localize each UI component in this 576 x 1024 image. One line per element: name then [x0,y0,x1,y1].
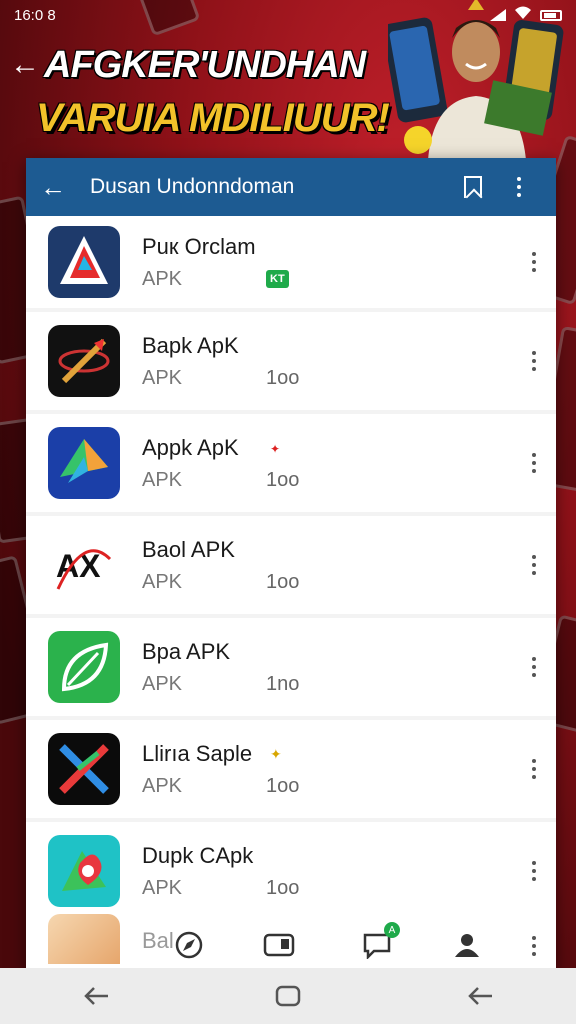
app-name: Baol APK [142,536,235,562]
wallet-icon [263,933,295,957]
app-count: 1oo [266,876,300,899]
signal-icon [490,9,506,21]
list-item[interactable]: Llirıa Saple APK 1oo ✦ [26,720,556,818]
heart-map-logo-icon [48,835,120,907]
item-more-vert-icon[interactable] [532,936,536,956]
item-more-vert-icon[interactable] [532,252,536,272]
app-type: APK [142,774,183,797]
list-item[interactable]: Bpa APK APK 1no [26,618,556,716]
app-name: Bpa APK [142,638,231,664]
app-count: 1no [266,672,300,695]
app-type: APK [142,366,183,389]
list-item[interactable]: Bapk ApK APK 1oo [26,312,556,410]
app-name: Dupk CApk [142,842,254,868]
person-icon [455,934,479,957]
system-recents-button[interactable] [460,976,500,1016]
system-back-button[interactable] [76,976,116,1016]
compass-icon [175,931,203,959]
app-name: Appk ApK [142,434,239,460]
app-name: Llirıa Saple [142,740,253,766]
red-triangle-logo-icon [48,226,120,298]
app-badge: ✦ [270,442,281,456]
item-more-vert-icon[interactable] [532,351,536,371]
app-type: APK [142,570,183,593]
bookmark-button[interactable] [450,176,496,198]
app-type: APK [142,468,183,491]
folded-arrow-logo-icon [48,427,120,499]
library-nav-button[interactable] [262,928,296,962]
battery-icon [540,9,562,21]
back-arrow-icon[interactable]: ← [40,172,90,203]
banner-title-line2: VARUIA MDILIUUR! [36,96,390,140]
back-icon [84,987,108,1005]
app-count: 1oo [266,570,300,593]
app-count: 1oo [266,468,300,491]
app-type: APK [142,672,183,695]
sword-logo-icon [48,325,120,397]
list-item[interactable]: Puк Orclam APK KT [26,216,556,308]
app-list: Puк Orclam APK KT Bapk ApK APK 1oo Appk … [26,216,556,920]
app-name: Puк Orclam [142,233,256,259]
updates-nav-button[interactable]: A [360,922,400,962]
notification-dot-icon: A [384,922,400,938]
list-item[interactable]: AX Baol APK APK 1oo [26,516,556,614]
system-home-button[interactable] [268,976,308,1016]
item-more-vert-icon[interactable] [532,657,536,677]
recents-icon [468,987,492,1005]
app-count: 1oo [266,366,300,389]
list-item[interactable]: Appk ApK APK 1oo ✦ [26,414,556,512]
bottom-navigation: Bal A [26,914,556,970]
banner-back-icon[interactable]: ← [10,48,40,82]
status-bar: 16:0 8 [0,0,576,30]
overflow-menu-button[interactable] [496,177,542,197]
app-name: Bapk ApK [142,332,239,358]
app-count: 1oo [266,774,300,797]
wifi-icon [514,6,532,24]
account-nav-button[interactable] [450,928,484,962]
system-navigation-bar [0,968,576,1024]
partial-app-name: Bal [142,928,174,953]
ax-logo-icon: AX [48,529,120,601]
app-badge: KT [266,270,289,288]
item-more-vert-icon[interactable] [532,555,536,575]
item-more-vert-icon[interactable] [532,453,536,473]
home-icon [275,985,301,1007]
app-type: APK [142,267,183,290]
banner-title-line1: AFGKER'UNDHAN [44,44,366,86]
explore-nav-button[interactable] [172,928,206,962]
leaf-logo-icon [48,631,120,703]
list-item[interactable]: Dupk CApk APK 1oo [26,822,556,920]
status-time: 16:0 8 [14,6,56,24]
app-list-card: ← Dusan Undonndoman Puк Orclam APK KT Ba… [26,158,556,970]
app-bar-title: Dusan Undonndoman [90,175,295,198]
app-badge: ✦ [270,746,282,762]
app-type: APK [142,876,183,899]
x-arrow-logo-icon [48,733,120,805]
partial-app-icon [48,914,120,964]
bookmark-icon [464,176,482,198]
item-more-vert-icon[interactable] [532,861,536,881]
app-bar: ← Dusan Undonndoman [26,158,556,216]
item-more-vert-icon[interactable] [532,759,536,779]
more-vert-icon [517,177,521,197]
